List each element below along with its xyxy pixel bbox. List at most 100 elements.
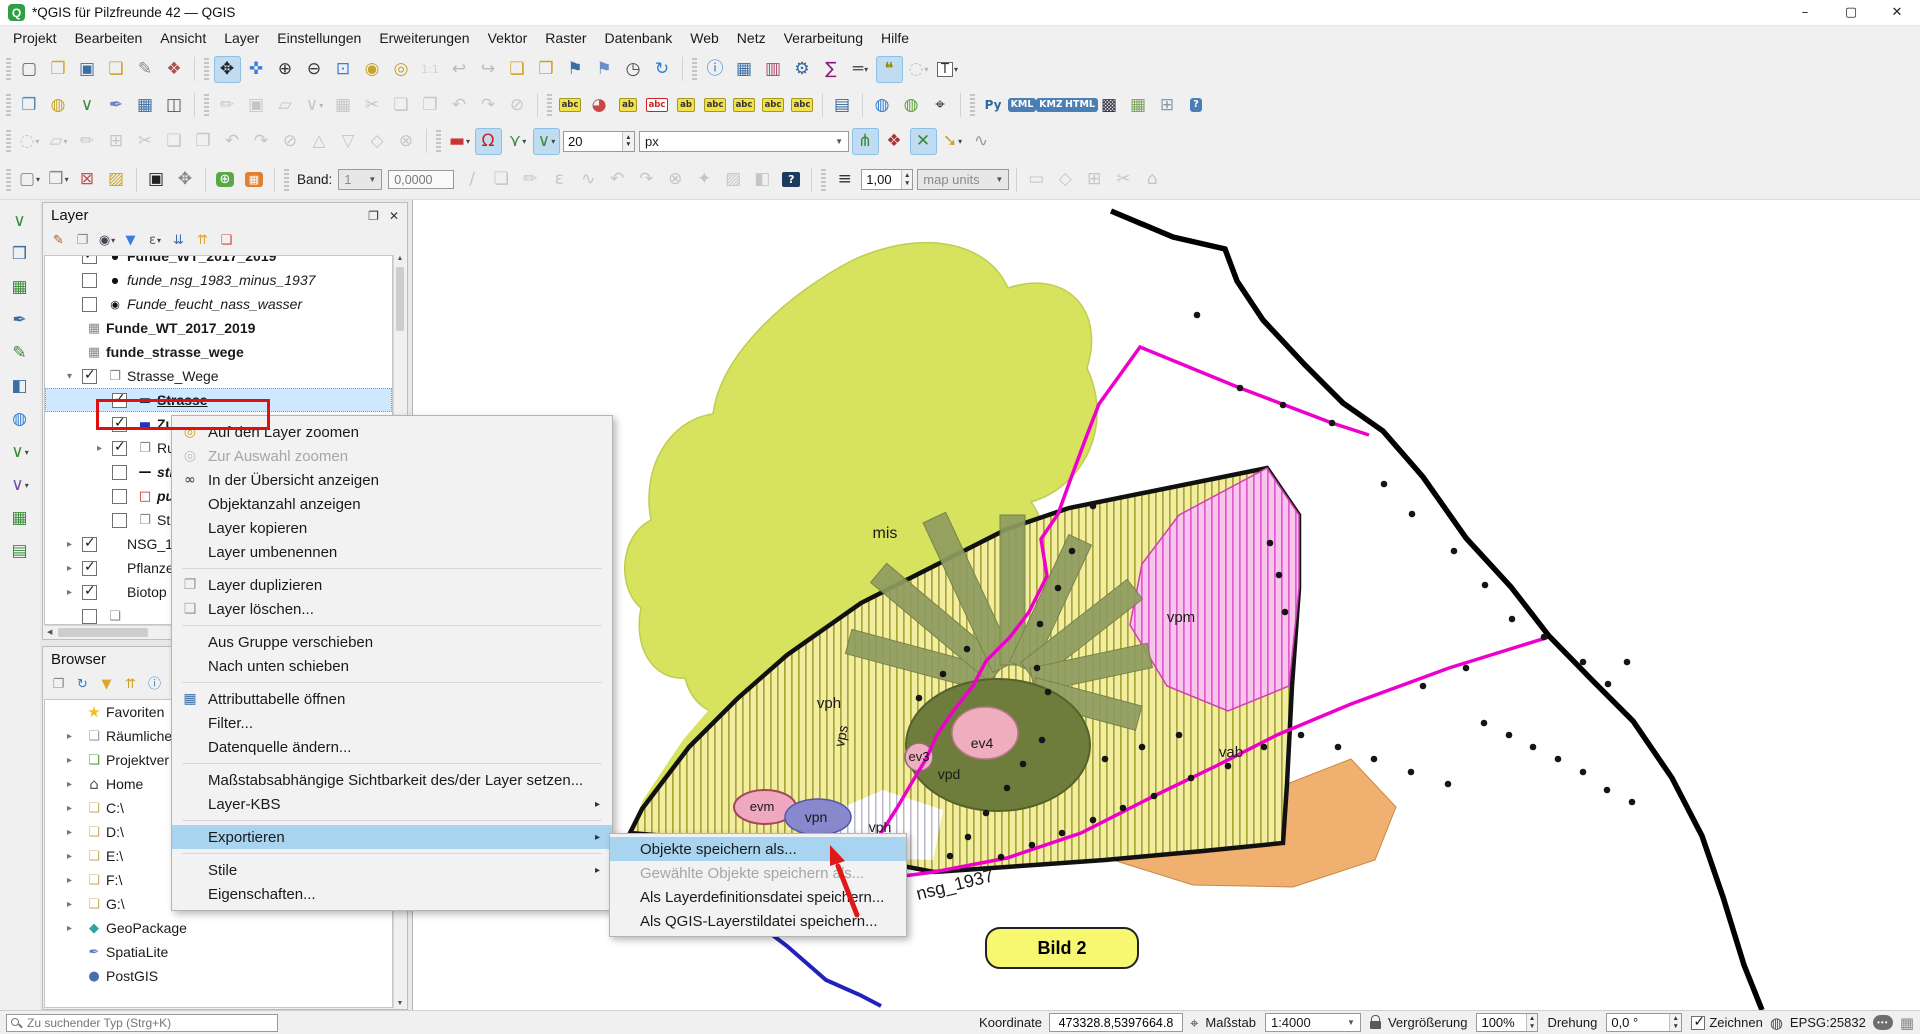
- ctx-change-datasource[interactable]: Datenquelle ändern...: [172, 735, 612, 759]
- label-diamond-icon[interactable]: ◇: [1052, 166, 1079, 193]
- merge-features-icon[interactable]: ❏: [161, 128, 188, 155]
- ctx-open-attribute-table[interactable]: ▦ Attributtabelle öffnen: [172, 687, 612, 711]
- delete-selected-icon[interactable]: ⊘: [504, 92, 531, 119]
- browser-refresh-icon[interactable]: ↻: [72, 674, 94, 696]
- measure-icon[interactable]: ═▾: [847, 56, 874, 83]
- stroke-width-spinner[interactable]: ▲▼: [861, 169, 913, 190]
- spatialite-left-icon[interactable]: ✒: [6, 307, 34, 333]
- layer-checkbox[interactable]: [82, 297, 97, 312]
- new-print-layout-icon[interactable]: ❏: [103, 56, 130, 83]
- width-units-combo[interactable]: map units▼: [917, 169, 1009, 190]
- ctx-save-as-layer-definition[interactable]: Als Layerdefinitionsdatei speichern...: [610, 885, 906, 909]
- ctx-zoom-to-selection[interactable]: ◎ Zur Auswahl zoomen: [172, 444, 612, 468]
- zoom-in-icon[interactable]: ⊕: [272, 56, 299, 83]
- digitize-line-icon[interactable]: ▱▾: [45, 128, 72, 155]
- zoom-to-selection-icon[interactable]: ◉: [359, 56, 386, 83]
- raster-stretch-icon[interactable]: ∕: [459, 166, 486, 193]
- render-checkbox[interactable]: Zeichnen: [1691, 1015, 1762, 1030]
- save-edits-icon[interactable]: ▣: [243, 92, 270, 119]
- menu-projekt[interactable]: Projekt: [4, 28, 66, 48]
- stroke-width-input[interactable]: [862, 170, 901, 189]
- snapping-tolerance-spinner[interactable]: ▲▼: [563, 131, 635, 152]
- label-grid-icon[interactable]: ⊞: [1081, 166, 1108, 193]
- enable-tracing-icon[interactable]: ➘▾: [939, 128, 966, 155]
- open-attribute-table-icon[interactable]: ▦: [731, 56, 758, 83]
- rotate-label-icon[interactable]: abc: [760, 92, 787, 119]
- snapping-tolerance-input[interactable]: [564, 132, 622, 151]
- ctx-copy-layer[interactable]: Layer kopieren: [172, 516, 612, 540]
- globe-left-icon[interactable]: ◍: [6, 406, 34, 432]
- show-hide-labels-icon[interactable]: abc: [702, 92, 729, 119]
- offset-curve-icon[interactable]: ▽: [335, 128, 362, 155]
- save-project-icon[interactable]: ▣: [74, 56, 101, 83]
- text-annotation-icon[interactable]: T▾: [934, 56, 961, 83]
- raster-fill-icon[interactable]: ▨: [720, 166, 747, 193]
- spatial-bookmark2-icon[interactable]: ⚑: [591, 56, 618, 83]
- browser-filter-icon[interactable]: ▼: [96, 674, 118, 696]
- layer-checkbox[interactable]: [82, 255, 97, 264]
- raster-expression-icon[interactable]: ε: [546, 166, 573, 193]
- vector-menu1-icon[interactable]: ∨▾: [6, 439, 34, 465]
- help-plugin-icon[interactable]: ?: [1183, 92, 1210, 119]
- maximize-button[interactable]: ▢: [1828, 0, 1874, 25]
- delete-ring-icon[interactable]: ⊘: [277, 128, 304, 155]
- kmz-export-icon[interactable]: KMZ: [1038, 92, 1065, 119]
- open-project-icon[interactable]: ❐: [45, 56, 72, 83]
- toggle-editing-icon[interactable]: ✏: [214, 92, 241, 119]
- ctx-scale-visibility[interactable]: Maßstabsabhängige Sichtbarkeit des/der L…: [172, 768, 612, 792]
- zoom-search-plugin-icon[interactable]: ⊕: [212, 166, 239, 193]
- pin-labels-icon[interactable]: ab: [615, 92, 642, 119]
- layer-checkbox[interactable]: [112, 489, 127, 504]
- menu-verarbeitung[interactable]: Verarbeitung: [775, 28, 872, 48]
- browser-add-favorite-icon[interactable]: ❐: [48, 674, 70, 696]
- band-combo[interactable]: 1▼: [338, 169, 382, 190]
- zoom-next-icon[interactable]: ↪: [475, 56, 502, 83]
- metasearch-icon[interactable]: ◍: [869, 92, 896, 119]
- raster-help-icon[interactable]: ?: [778, 166, 805, 193]
- layer-labeling-icon[interactable]: abc: [557, 92, 584, 119]
- layout-manager-icon[interactable]: ✎: [132, 56, 159, 83]
- select-all-icon[interactable]: ▨: [103, 166, 130, 193]
- ctx-move-out-of-group[interactable]: Aus Gruppe verschieben: [172, 630, 612, 654]
- menu-ansicht[interactable]: Ansicht: [151, 28, 215, 48]
- close-button[interactable]: ✕: [1874, 0, 1920, 25]
- add-web-layer-icon[interactable]: ◍: [45, 92, 72, 119]
- menu-hilfe[interactable]: Hilfe: [872, 28, 918, 48]
- move-annotation-icon[interactable]: ✥: [172, 166, 199, 193]
- menu-datenbank[interactable]: Datenbank: [596, 28, 682, 48]
- layer-row-funde-strasse-table[interactable]: ▦ funde_strasse_wege: [45, 340, 392, 364]
- search-geodata-icon[interactable]: ⌖: [927, 92, 954, 119]
- menu-raster[interactable]: Raster: [536, 28, 595, 48]
- vertex-tool-icon[interactable]: ∨▾: [301, 92, 328, 119]
- crs-status[interactable]: EPSG:25832: [1790, 1015, 1866, 1030]
- browser-spatialite[interactable]: ✒ SpatiaLite: [45, 940, 392, 964]
- add-delimited-text-icon[interactable]: ▦: [132, 92, 159, 119]
- minimize-button[interactable]: –: [1782, 0, 1828, 25]
- shapes-left-icon[interactable]: ◧: [6, 373, 34, 399]
- grid-tool-left-icon[interactable]: ▦: [6, 274, 34, 300]
- ctx-remove-layer[interactable]: ❑ Layer löschen...: [172, 597, 612, 621]
- map-snapshot-icon[interactable]: ▣: [143, 166, 170, 193]
- raster-undo-icon[interactable]: ↶: [604, 166, 631, 193]
- raster-histogram-icon[interactable]: ❏: [488, 166, 515, 193]
- layer-group-strasse-wege[interactable]: ▾ ❐ Strasse_Wege: [45, 364, 392, 388]
- zoom-last-icon[interactable]: ↩: [446, 56, 473, 83]
- raster-edit-icon[interactable]: ✏: [517, 166, 544, 193]
- ctx-rename-layer[interactable]: Layer umbenennen: [172, 540, 612, 564]
- messages-icon[interactable]: [1873, 1015, 1893, 1030]
- grid-tool-icon[interactable]: ⊞: [1154, 92, 1181, 119]
- ctx-duplicate-layer[interactable]: ❐ Layer duplizieren: [172, 573, 612, 597]
- float-panel-icon[interactable]: ❐: [368, 209, 379, 223]
- tile-layer-icon[interactable]: ▩: [1096, 92, 1123, 119]
- filter-expression-icon[interactable]: ε▾: [144, 230, 166, 252]
- collapse-all-icon[interactable]: ⇈: [192, 230, 214, 252]
- layer-checkbox[interactable]: [112, 513, 127, 528]
- add-gpx-layer-icon[interactable]: ◫: [161, 92, 188, 119]
- extents-icon[interactable]: ⌖: [1190, 1014, 1198, 1032]
- change-label-icon[interactable]: abc: [789, 92, 816, 119]
- snap-intersection-icon[interactable]: ✕: [910, 128, 937, 155]
- digitize-left-icon[interactable]: ✎: [6, 340, 34, 366]
- style-manager-icon[interactable]: ❖: [161, 56, 188, 83]
- mosaic-tool-icon[interactable]: ▦: [1125, 92, 1152, 119]
- ctx-properties[interactable]: Eigenschaften...: [172, 882, 612, 906]
